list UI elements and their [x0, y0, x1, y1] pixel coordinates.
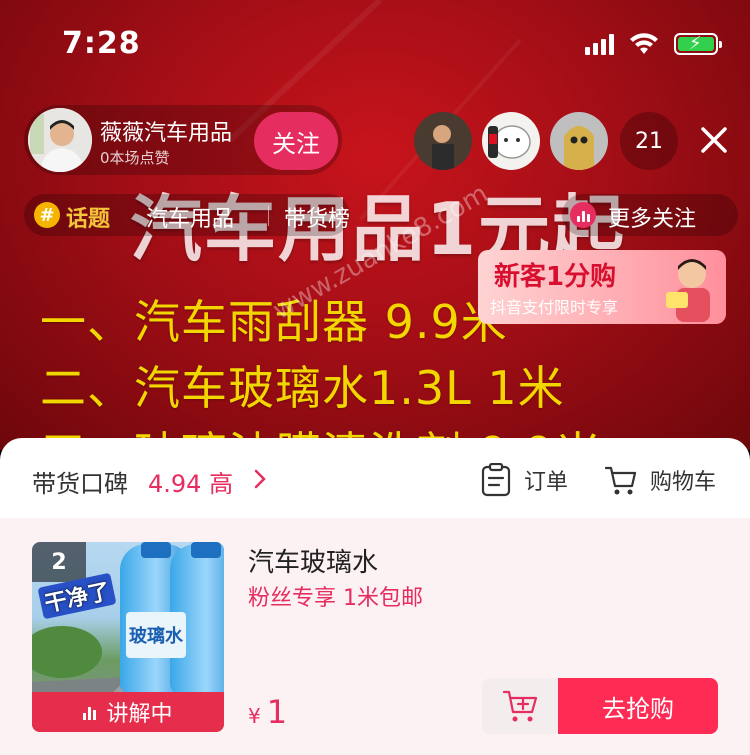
cart-button[interactable]: 购物车 — [604, 460, 716, 500]
promo-subtitle: 抖音支付限时专享 — [490, 298, 619, 317]
host-avatar[interactable] — [28, 108, 92, 172]
cart-label: 购物车 — [650, 470, 717, 495]
price-currency: ¥ — [248, 704, 261, 728]
buy-now-button[interactable]: 去抢购 — [558, 678, 718, 734]
product-sheet: 带货口碑 4.94 高 订单 购物车 玻璃水 2 干净了 讲解中 汽车玻璃水 粉… — [0, 438, 750, 755]
status-icons: ⚡ — [585, 32, 722, 56]
topic-text[interactable]: 汽车用品 — [146, 201, 234, 233]
rating-label: 带货口碑 — [32, 470, 128, 498]
topic-divider — [268, 206, 269, 226]
topic-bar[interactable]: # 话题 汽车用品 带货榜 — [24, 194, 350, 236]
banner-line-2: 二、汽车玻璃水1.3L 1米 — [40, 361, 565, 415]
item-promo-tag: 粉丝专享 1米包邮 — [248, 586, 423, 611]
host-avatar-image — [28, 108, 92, 172]
viewer-avatar-image — [482, 112, 540, 170]
new-user-promo-card[interactable]: 新客1分购 抖音支付限时专享 — [478, 250, 726, 324]
more-follow-button[interactable]: 更多关注 — [562, 194, 738, 236]
close-button[interactable] — [692, 118, 736, 162]
wifi-icon — [630, 33, 658, 54]
more-follow-label: 更多关注 — [608, 207, 697, 232]
host-likes: 0本场点赞 — [100, 149, 170, 167]
viewer-count[interactable]: 21 — [620, 112, 678, 170]
viewer-avatar[interactable] — [414, 112, 472, 170]
viewer-avatar[interactable] — [482, 112, 540, 170]
host-name: 薇薇汽车用品 — [100, 121, 233, 146]
viewer-avatar-image — [550, 112, 608, 170]
product-thumbnail[interactable]: 玻璃水 2 干净了 讲解中 — [32, 542, 224, 732]
product-item[interactable]: 玻璃水 2 干净了 讲解中 汽车玻璃水 粉丝专享 1米包邮 ¥ 1 去抢购 — [0, 518, 750, 755]
item-price: ¥ 1 — [248, 693, 287, 731]
cart-icon — [604, 466, 637, 495]
battery-icon: ⚡ — [674, 33, 722, 55]
topic-label: 话题 — [66, 207, 111, 232]
add-cart-icon — [502, 690, 538, 722]
signal-icon — [585, 33, 614, 55]
sales-rank-link[interactable]: 带货榜 — [284, 201, 350, 233]
bottle-label: 玻璃水 — [126, 612, 186, 658]
add-to-cart-button[interactable] — [482, 678, 560, 734]
item-title[interactable]: 汽车玻璃水 — [248, 542, 378, 579]
live-shopping-screen: 汽车用品1元起 一、汽车雨刮器 9.9米 二、汽车玻璃水1.3L 1米 三、玻璃… — [0, 0, 750, 755]
status-time: 7:28 — [62, 26, 141, 61]
orders-button[interactable]: 订单 — [480, 460, 568, 500]
hashtag-icon: # — [34, 202, 60, 228]
promo-character-icon — [666, 259, 710, 322]
sheet-header: 带货口碑 4.94 高 订单 购物车 — [0, 438, 750, 518]
explaining-label: 讲解中 — [106, 702, 173, 727]
orders-icon — [481, 463, 511, 497]
explaining-badge: 讲解中 — [32, 692, 224, 732]
status-bar: 7:28 ⚡ — [0, 0, 750, 90]
live-bars-icon — [570, 202, 596, 228]
price-value: 1 — [266, 693, 288, 731]
orders-label: 订单 — [524, 470, 569, 495]
promo-title: 新客1分购 — [494, 262, 617, 292]
live-bars-icon — [83, 704, 97, 720]
rating-score[interactable]: 4.94 高 — [148, 464, 233, 499]
close-icon — [701, 127, 727, 153]
viewer-avatar[interactable] — [550, 112, 608, 170]
viewer-avatar-image — [414, 112, 472, 170]
item-index-badge: 2 — [32, 542, 86, 582]
chevron-right-icon[interactable] — [252, 468, 268, 490]
follow-button[interactable]: 关注 — [254, 112, 338, 170]
